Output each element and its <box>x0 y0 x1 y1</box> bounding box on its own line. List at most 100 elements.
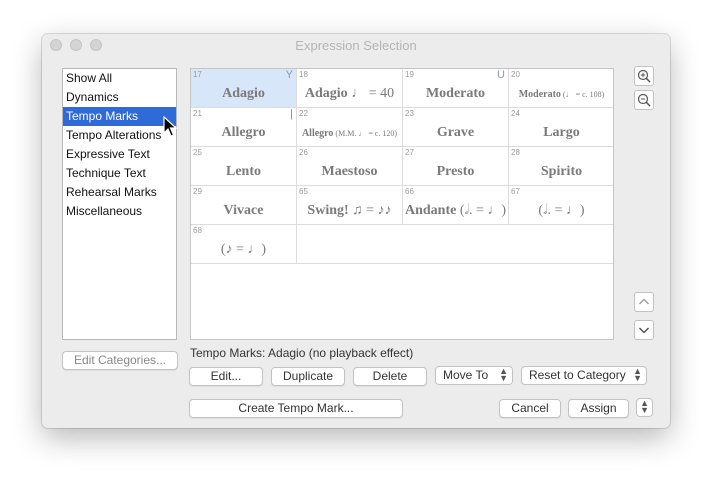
expression-selection-window: Expression Selection Show All Dynamics Tem… <box>42 34 670 428</box>
empty-cell <box>403 225 509 264</box>
category-item[interactable]: Miscellaneous <box>63 202 176 221</box>
popup-arrows-icon: ▲ ▼ <box>640 398 649 415</box>
expression-cell[interactable]: 65 Swing! ♫ = ♪♪ <box>297 186 403 225</box>
category-item[interactable]: Expressive Text <box>63 145 176 164</box>
expression-text: Presto <box>436 164 475 179</box>
expression-preview: Moderato <box>403 86 508 102</box>
tempo-note-glyph: (𝅗𝅥. = ♩) <box>538 203 585 218</box>
expression-text: Moderato <box>518 89 561 100</box>
expression-cell[interactable]: 29 Vivace <box>191 186 297 225</box>
move-to-popup[interactable]: Move To ▲ ▼ <box>435 366 513 385</box>
expression-id: 22 <box>299 109 308 118</box>
zoom-out-button[interactable] <box>634 90 654 110</box>
expression-text: Andante <box>404 203 460 218</box>
expression-id: 25 <box>193 148 202 157</box>
cancel-button[interactable]: Cancel <box>499 399 561 418</box>
expression-cell[interactable]: 66 Andante (𝅗𝅥. = ♩) <box>403 186 509 225</box>
category-item[interactable]: Show All <box>63 69 176 88</box>
expression-preview: Andante (𝅗𝅥. = ♩) <box>403 203 508 219</box>
expression-text: Spirito <box>540 164 583 179</box>
expression-cell[interactable]: 24 Largo <box>509 108 613 147</box>
expression-text: Swing! <box>307 203 353 218</box>
expression-preview: Allegro (M.M. ♩ = c. 120) <box>297 128 402 139</box>
duplicate-button[interactable]: Duplicate <box>271 367 345 386</box>
expression-cell[interactable]: 68 (♪ = ♩) <box>191 225 297 264</box>
assign-options-popup[interactable]: ▲ ▼ <box>636 398 653 417</box>
chevron-up-icon <box>639 298 649 305</box>
expression-cell[interactable]: 25 Lento <box>191 147 297 186</box>
category-list[interactable]: Show All Dynamics Tempo Marks Tempo Alterat… <box>62 68 177 340</box>
expression-text: Adagio <box>304 86 352 101</box>
tempo-note-glyph: ♩ <box>351 86 366 101</box>
expression-cell[interactable]: 27 Presto <box>403 147 509 186</box>
shortcut-key-badge: | <box>290 108 293 120</box>
empty-cell <box>297 225 403 264</box>
tempo-note-glyph: (♩ <box>560 90 574 99</box>
expression-cell[interactable]: 26 Maestoso <box>297 147 403 186</box>
expression-preview: Adagio <box>191 86 296 102</box>
expression-cell[interactable]: 20 Moderato (♩ = c. 108) <box>509 69 613 108</box>
expression-text: Moderato <box>425 86 486 101</box>
create-tempo-mark-button[interactable]: Create Tempo Mark... <box>189 399 403 418</box>
expression-id: 20 <box>511 70 520 79</box>
category-item[interactable]: Rehearsal Marks <box>63 183 176 202</box>
expression-text: Maestoso <box>321 164 378 179</box>
category-item[interactable]: Tempo Marks <box>63 107 176 126</box>
expression-id: 19 <box>405 70 414 79</box>
popup-arrows-icon: ▲ ▼ <box>499 366 508 383</box>
expression-cell[interactable]: 23 Grave <box>403 108 509 147</box>
reset-to-category-label: Reset to Category <box>529 368 626 382</box>
tempo-value: = c. 108) <box>573 90 605 99</box>
tempo-note-glyph: ♫ = ♪♪ <box>352 203 392 218</box>
expression-cell[interactable]: 22 Allegro (M.M. ♩ = c. 120) <box>297 108 403 147</box>
expression-id: 29 <box>193 187 202 196</box>
tempo-note-glyph: (♪ = ♩) <box>220 242 267 257</box>
delete-button[interactable]: Delete <box>353 367 427 386</box>
expression-cell[interactable]: 21 | Allegro <box>191 108 297 147</box>
status-text: Tempo Marks: Adagio (no playback effect) <box>190 346 414 360</box>
edit-button[interactable]: Edit... <box>189 367 263 386</box>
expression-cell[interactable]: 28 Spirito <box>509 147 613 186</box>
expression-id: 68 <box>193 226 202 235</box>
expression-id: 67 <box>511 187 520 196</box>
expression-id: 18 <box>299 70 308 79</box>
expression-id: 27 <box>405 148 414 157</box>
expression-text: Vivace <box>223 203 264 218</box>
edit-categories-button[interactable]: Edit Categories... <box>62 351 178 370</box>
category-item[interactable]: Tempo Alterations <box>63 126 176 145</box>
shortcut-key-badge: Y <box>285 69 293 81</box>
expression-cell[interactable]: 19 U Moderato <box>403 69 509 108</box>
zoom-in-button[interactable] <box>634 66 654 86</box>
chevron-down-icon <box>639 327 649 334</box>
reset-to-category-popup[interactable]: Reset to Category ▲ ▼ <box>521 366 647 385</box>
expression-preview: Vivace <box>191 203 296 219</box>
popup-arrows-icon: ▲ ▼ <box>633 366 642 383</box>
scroll-up-button[interactable] <box>634 292 654 312</box>
category-item[interactable]: Dynamics <box>63 88 176 107</box>
expression-preview: Maestoso <box>297 164 402 180</box>
tempo-note-glyph: (𝅗𝅥. = ♩) <box>459 203 507 218</box>
tempo-note-glyph: (M.M. ♩ <box>333 129 367 138</box>
expression-preview: Largo <box>509 125 613 141</box>
expression-preview: Spirito <box>509 164 613 180</box>
cursor-arrow-icon <box>163 116 178 137</box>
expression-preview: Allegro <box>191 125 296 141</box>
expression-preview: Lento <box>191 164 296 180</box>
expression-text: Allegro <box>221 125 266 140</box>
category-item[interactable]: Technique Text <box>63 164 176 183</box>
zoom-in-icon <box>637 69 651 83</box>
expression-id: 17 <box>193 70 202 79</box>
expression-id: 23 <box>405 109 414 118</box>
expression-grid[interactable]: 17 Y Adagio 18 Adagio ♩ = 40 19 U Moderato 20 Mod… <box>190 68 614 340</box>
expression-preview: (♪ = ♩) <box>191 242 296 258</box>
expression-text: Largo <box>543 125 580 140</box>
expression-id: 24 <box>511 109 520 118</box>
expression-text: Adagio <box>222 86 265 101</box>
expression-cell[interactable]: 67 (𝅗𝅥. = ♩) <box>509 186 613 225</box>
scroll-down-button[interactable] <box>634 320 654 340</box>
expression-preview: Swing! ♫ = ♪♪ <box>297 203 402 219</box>
expression-id: 28 <box>511 148 520 157</box>
assign-button[interactable]: Assign <box>568 399 629 418</box>
expression-cell[interactable]: 17 Y Adagio <box>191 69 297 108</box>
expression-cell[interactable]: 18 Adagio ♩ = 40 <box>297 69 403 108</box>
